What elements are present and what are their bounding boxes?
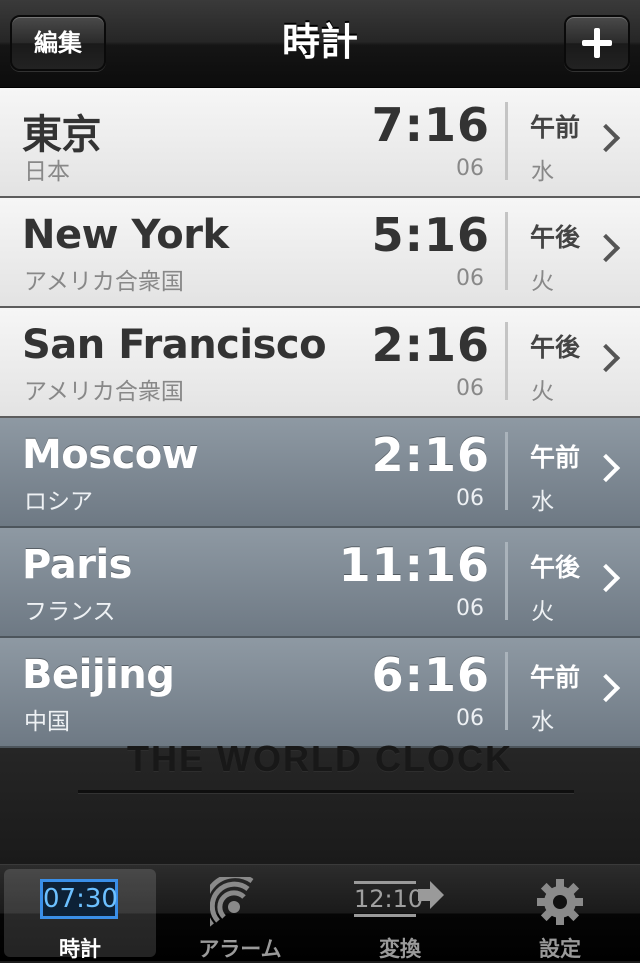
city-list: 東京 日本 7:16 06 午前 水 New York アメリカ合衆国 5:16…	[0, 88, 640, 748]
country-name: アメリカ合衆国	[24, 379, 184, 405]
city-row-san-francisco[interactable]: San Francisco アメリカ合衆国 2:16 06 午後 火	[0, 308, 640, 418]
divider	[505, 212, 508, 290]
chevron-right-icon	[591, 673, 621, 703]
chevron-right-icon	[591, 123, 621, 153]
digital-clock-icon: 07:30	[40, 879, 118, 919]
city-time: 2:16	[371, 318, 490, 372]
city-time: 7:16	[371, 98, 490, 152]
city-name: San Francisco	[22, 322, 327, 368]
am-pm-label: 午前	[530, 113, 581, 142]
city-seconds: 06	[456, 486, 484, 511]
tab-settings[interactable]: 設定	[484, 869, 636, 961]
tab-convert[interactable]: 12:10 変換	[324, 869, 476, 961]
page-title: 時計	[281, 20, 358, 64]
weekday-label: 水	[531, 709, 554, 735]
divider	[505, 542, 508, 620]
city-seconds: 06	[456, 376, 484, 401]
city-row-beijing[interactable]: Beijing 中国 6:16 06 午前 水	[0, 638, 640, 748]
plus-icon	[582, 28, 612, 58]
country-name: 中国	[24, 709, 70, 735]
chevron-right-icon	[591, 343, 621, 373]
divider	[505, 652, 508, 730]
city-row-new-york[interactable]: New York アメリカ合衆国 5:16 06 午後 火	[0, 198, 640, 308]
am-pm-label: 午前	[530, 663, 581, 692]
navigation-bar: 編集 時計	[0, 0, 640, 88]
footer-area: THE WORLD CLOCK	[0, 738, 640, 864]
arrow-right-icon	[418, 881, 444, 909]
divider	[505, 322, 508, 400]
divider	[505, 432, 508, 510]
city-row-moscow[interactable]: Moscow ロシア 2:16 06 午前 水	[0, 418, 640, 528]
city-seconds: 06	[456, 266, 484, 291]
am-pm-label: 午後	[530, 333, 581, 362]
weekday-label: 水	[531, 489, 554, 515]
city-name: Moscow	[22, 432, 199, 478]
gear-icon	[537, 879, 583, 925]
chevron-right-icon	[591, 233, 621, 263]
country-name: アメリカ合衆国	[24, 269, 184, 295]
city-time: 2:16	[371, 428, 490, 482]
divider	[78, 790, 574, 794]
tab-label: アラーム	[198, 937, 282, 961]
weekday-label: 火	[531, 269, 554, 295]
weekday-label: 火	[531, 379, 554, 405]
country-name: ロシア	[24, 489, 93, 515]
chevron-right-icon	[591, 453, 621, 483]
city-name: Paris	[22, 542, 132, 588]
city-name: Beijing	[22, 652, 175, 698]
chevron-right-icon	[591, 563, 621, 593]
city-time: 5:16	[371, 208, 490, 262]
city-seconds: 06	[456, 596, 484, 621]
country-name: 日本	[24, 159, 70, 185]
city-row-tokyo[interactable]: 東京 日本 7:16 06 午前 水	[0, 88, 640, 198]
city-time: 11:16	[338, 538, 490, 592]
am-pm-label: 午後	[530, 223, 581, 252]
city-seconds: 06	[456, 706, 484, 731]
divider	[505, 102, 508, 180]
city-seconds: 06	[456, 156, 484, 181]
city-time: 6:16	[371, 648, 490, 702]
country-name: フランス	[24, 599, 116, 625]
am-pm-label: 午後	[530, 553, 581, 582]
tab-label: 変換	[379, 937, 421, 961]
alarm-signal-icon	[210, 877, 254, 927]
city-name: New York	[22, 212, 229, 258]
weekday-label: 火	[531, 599, 554, 625]
city-row-paris[interactable]: Paris フランス 11:16 06 午後 火	[0, 528, 640, 638]
add-city-button[interactable]	[564, 15, 630, 71]
tab-bar: 07:30 時計 アラーム 12:10 変換 設定	[0, 864, 640, 961]
brand-logo: THE WORLD CLOCK	[127, 738, 513, 779]
tab-label: 時計	[59, 937, 101, 961]
weekday-label: 水	[531, 159, 554, 185]
tab-clock[interactable]: 07:30 時計	[4, 869, 156, 961]
convert-time-display: 12:10	[354, 881, 423, 917]
tab-label: 設定	[539, 937, 581, 961]
am-pm-label: 午前	[530, 443, 581, 472]
tab-alarm[interactable]: アラーム	[164, 869, 316, 961]
